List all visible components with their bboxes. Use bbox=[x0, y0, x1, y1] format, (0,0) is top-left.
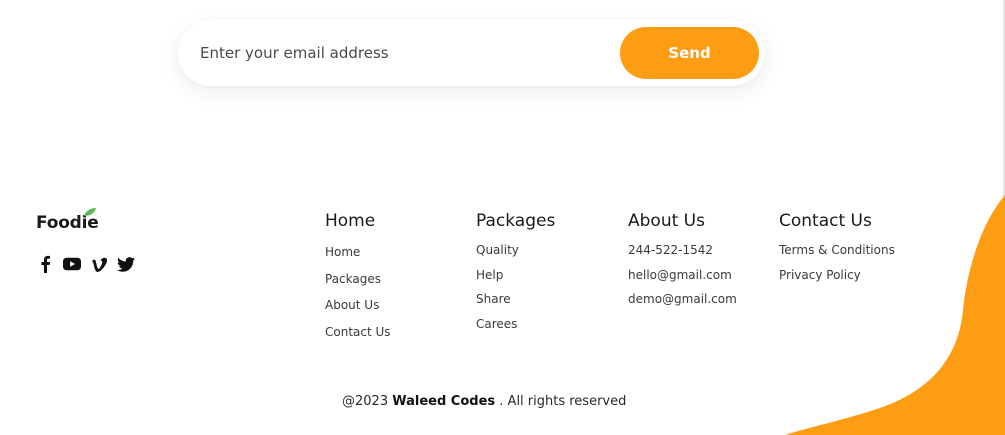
footer-link-packages[interactable]: Packages bbox=[325, 266, 391, 293]
footer-link-help[interactable]: Help bbox=[476, 263, 555, 288]
footer-link-terms[interactable]: Terms & Conditions bbox=[779, 238, 895, 263]
email-hello[interactable]: hello@gmail.com bbox=[628, 263, 737, 288]
leaf-icon bbox=[84, 208, 96, 216]
email-demo[interactable]: demo@gmail.com bbox=[628, 287, 737, 312]
footer-link-home[interactable]: Home bbox=[325, 239, 391, 266]
vimeo-icon[interactable] bbox=[90, 255, 108, 273]
newsletter-form: Send bbox=[178, 20, 765, 86]
logo[interactable]: Foodie bbox=[36, 208, 99, 233]
footer-column-about: About Us 244-522-1542 hello@gmail.com de… bbox=[628, 211, 737, 312]
column-title: About Us bbox=[628, 211, 705, 231]
column-title: Contact Us bbox=[779, 211, 872, 231]
footer-page: Send Foodie Home bbox=[0, 0, 1005, 435]
footer-link-carees[interactable]: Carees bbox=[476, 312, 555, 337]
copyright-suffix: . All rights reserved bbox=[499, 394, 627, 409]
email-input[interactable] bbox=[200, 38, 600, 68]
copyright-text: @2023 Waleed Codes . All rights reserved bbox=[342, 394, 626, 409]
social-links bbox=[36, 255, 135, 273]
footer-column-packages: Packages Quality Help Share Carees bbox=[476, 211, 555, 336]
footer-link-quality[interactable]: Quality bbox=[476, 238, 555, 263]
column-title: Home bbox=[325, 211, 376, 231]
footer-link-about-us[interactable]: About Us bbox=[325, 292, 391, 319]
send-button[interactable]: Send bbox=[620, 27, 759, 79]
column-title: Packages bbox=[476, 211, 556, 231]
footer-link-privacy[interactable]: Privacy Policy bbox=[779, 263, 895, 288]
twitter-icon[interactable] bbox=[117, 255, 135, 273]
youtube-icon[interactable] bbox=[63, 255, 81, 273]
footer-column-home: Home Home Packages About Us Contact Us bbox=[325, 211, 391, 345]
facebook-icon[interactable] bbox=[36, 255, 54, 273]
footer-link-share[interactable]: Share bbox=[476, 287, 555, 312]
copyright-owner: Waleed Codes bbox=[392, 394, 496, 409]
footer-link-contact-us[interactable]: Contact Us bbox=[325, 319, 391, 346]
footer-column-contact: Contact Us Terms & Conditions Privacy Po… bbox=[779, 211, 895, 287]
brand-block: Foodie bbox=[36, 208, 135, 273]
copyright-year: @2023 bbox=[342, 394, 389, 409]
phone-number[interactable]: 244-522-1542 bbox=[628, 238, 737, 263]
